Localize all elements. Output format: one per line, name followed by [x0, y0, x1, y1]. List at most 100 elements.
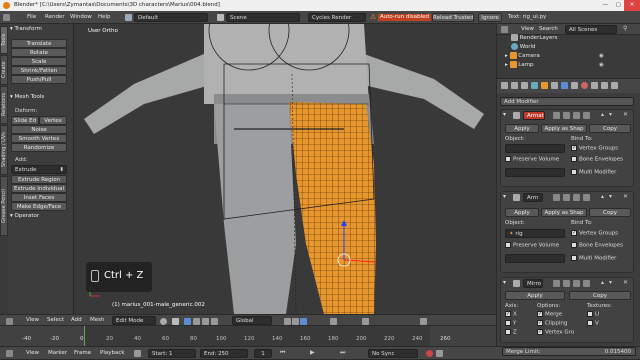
outliner-search-menu[interactable]: Search — [539, 25, 558, 34]
scene-select[interactable]: Scene — [226, 13, 300, 22]
outliner-scope-select[interactable]: All Scenes — [565, 25, 617, 34]
cage-toggle-icon[interactable] — [583, 112, 590, 119]
record-icon[interactable] — [426, 350, 433, 357]
apply-as-shape-button[interactable]: Apply as Shap — [541, 124, 587, 133]
vertex-select-icon[interactable] — [284, 318, 291, 325]
push-pull-button[interactable]: Push/Pull — [11, 75, 67, 84]
tab-tools[interactable]: Tools — [0, 26, 8, 54]
bone-envelopes-checkbox[interactable]: Bone Envelopes — [571, 156, 623, 163]
mode-select[interactable]: Edit Mode — [112, 316, 156, 325]
bone-envelopes-checkbox[interactable]: Bone Envelopes — [571, 242, 623, 249]
close-button[interactable]: ✕ — [624, 0, 640, 11]
object-field[interactable] — [505, 144, 565, 153]
vertex-group-field[interactable] — [505, 254, 565, 263]
editmode-icon[interactable] — [553, 112, 560, 119]
make-edge-face-button[interactable]: Make Edge/Face — [11, 202, 67, 211]
orientation-select[interactable]: Global — [232, 316, 272, 325]
outliner-item-renderlayers[interactable]: RenderLayers — [511, 34, 558, 43]
face-select-icon[interactable] — [300, 318, 307, 325]
start-frame-field[interactable]: Start: 1 — [148, 349, 196, 358]
modifier-name-field[interactable]: Arm — [523, 193, 543, 202]
menu-timeline-view[interactable]: View — [26, 349, 39, 358]
keying-icon[interactable] — [134, 350, 141, 357]
modifier-name-field[interactable]: Mirro — [523, 279, 543, 288]
tab-relations[interactable]: Relations — [0, 86, 8, 124]
layout-icon[interactable] — [125, 14, 132, 21]
physics-tab-icon[interactable] — [611, 82, 618, 89]
shrink-fatten-button[interactable]: Shrink/Fatten — [11, 66, 67, 75]
reload-trusted-button[interactable]: Reload Trusted — [432, 13, 474, 22]
current-frame-field[interactable]: 1 — [254, 349, 272, 358]
manipulator-icon[interactable] — [184, 318, 191, 325]
inset-faces-button[interactable]: Inset Faces — [11, 193, 67, 202]
cage-toggle-icon[interactable] — [583, 280, 590, 287]
jump-end-icon[interactable]: ⏭ — [340, 349, 345, 357]
sync-select[interactable]: No Sync — [368, 349, 418, 358]
expand-icon[interactable]: ▾ — [503, 279, 506, 286]
menu-render[interactable]: Render — [45, 13, 65, 22]
vertex-groups-checkbox[interactable]: ✓ Vertex Gro — [537, 329, 574, 336]
layout-select[interactable]: Default — [134, 13, 208, 22]
remove-modifier-icon[interactable]: ✕ — [623, 111, 628, 118]
merge-checkbox[interactable]: ✓ Merge — [537, 311, 562, 318]
timeline-ruler[interactable]: -40 -20 0 20 40 60 80 100 120 140 160 18… — [0, 326, 496, 346]
world-tab-icon[interactable] — [531, 82, 538, 89]
scene-tab-icon[interactable] — [521, 82, 528, 89]
operator-header[interactable]: ▾ Operator — [10, 213, 39, 219]
render-toggle-icon[interactable] — [563, 280, 570, 287]
constraints-tab-icon[interactable] — [551, 82, 558, 89]
scale-button[interactable]: Scale — [11, 57, 67, 66]
outliner-item-camera[interactable]: ▸ Camera ◉ — [505, 52, 604, 61]
apply-button[interactable]: Apply — [505, 208, 539, 217]
axis-y-checkbox[interactable]: Y — [505, 320, 516, 327]
snap-icon[interactable] — [362, 318, 369, 325]
view3d-editor-icon[interactable] — [6, 318, 13, 325]
vertex-groups-checkbox[interactable]: ✓ Vertex Groups — [571, 230, 618, 237]
object-tab-icon[interactable] — [541, 82, 548, 89]
move-down-icon[interactable]: ▾ — [609, 193, 612, 200]
menu-playback[interactable]: Playback — [100, 349, 125, 358]
tab-grease-pencil[interactable]: Grease Pencil — [0, 176, 8, 236]
timeline-editor-icon[interactable] — [6, 350, 13, 357]
render-preview-icon[interactable] — [420, 318, 427, 325]
particles-tab-icon[interactable] — [601, 82, 608, 89]
render-toggle-icon[interactable] — [563, 112, 570, 119]
menu-window[interactable]: Window — [70, 13, 92, 22]
viewport-toggle-icon[interactable] — [573, 112, 580, 119]
menu-view[interactable]: View — [26, 316, 39, 325]
tab-create[interactable]: Create — [0, 55, 8, 85]
clipping-checkbox[interactable]: ✓ Clipping — [537, 320, 567, 327]
editmode-icon[interactable] — [553, 194, 560, 201]
render-toggle-icon[interactable] — [563, 194, 570, 201]
outliner-item-lamp[interactable]: ▸ Lamp ◉ — [505, 61, 604, 70]
proportional-icon[interactable] — [330, 318, 337, 325]
outliner-editor-icon[interactable] — [501, 26, 508, 33]
wrench-icon[interactable] — [561, 82, 568, 89]
render-tab-icon[interactable] — [501, 82, 508, 89]
vertex-group-field[interactable] — [505, 168, 565, 177]
tab-shading-uvs[interactable]: Shading / UVs — [0, 125, 8, 175]
menu-file[interactable]: File — [27, 13, 36, 22]
extrude-individual-button[interactable]: Extrude Individual — [11, 184, 67, 193]
menu-select[interactable]: Select — [47, 316, 64, 325]
menu-marker[interactable]: Marker — [48, 349, 67, 358]
menu-help[interactable]: Help — [98, 13, 111, 22]
menu-mesh[interactable]: Mesh — [90, 316, 104, 325]
pivot-icon[interactable] — [172, 318, 179, 325]
render-engine-select[interactable]: Cycles Render — [308, 13, 366, 22]
randomize-button[interactable]: Randomize — [11, 143, 67, 152]
apply-button[interactable]: Apply — [505, 124, 539, 133]
rotate-icon[interactable] — [202, 318, 209, 325]
expand-icon[interactable]: ▾ — [503, 111, 506, 118]
axis-z-checkbox[interactable]: Z — [505, 329, 517, 336]
extrude-region-button[interactable]: Extrude Region — [11, 175, 67, 184]
move-up-icon[interactable]: ▴ — [601, 279, 604, 286]
editmode-icon[interactable] — [553, 280, 560, 287]
layers-tab-icon[interactable] — [511, 82, 518, 89]
axis-x-checkbox[interactable]: ✓ X — [505, 311, 517, 318]
cage-toggle-icon[interactable] — [583, 194, 590, 201]
texture-u-checkbox[interactable]: U — [587, 311, 599, 318]
transform-header[interactable]: ▾ Transform — [10, 26, 42, 32]
edge-select-icon[interactable] — [292, 318, 299, 325]
expand-icon[interactable]: ▾ — [503, 193, 506, 200]
